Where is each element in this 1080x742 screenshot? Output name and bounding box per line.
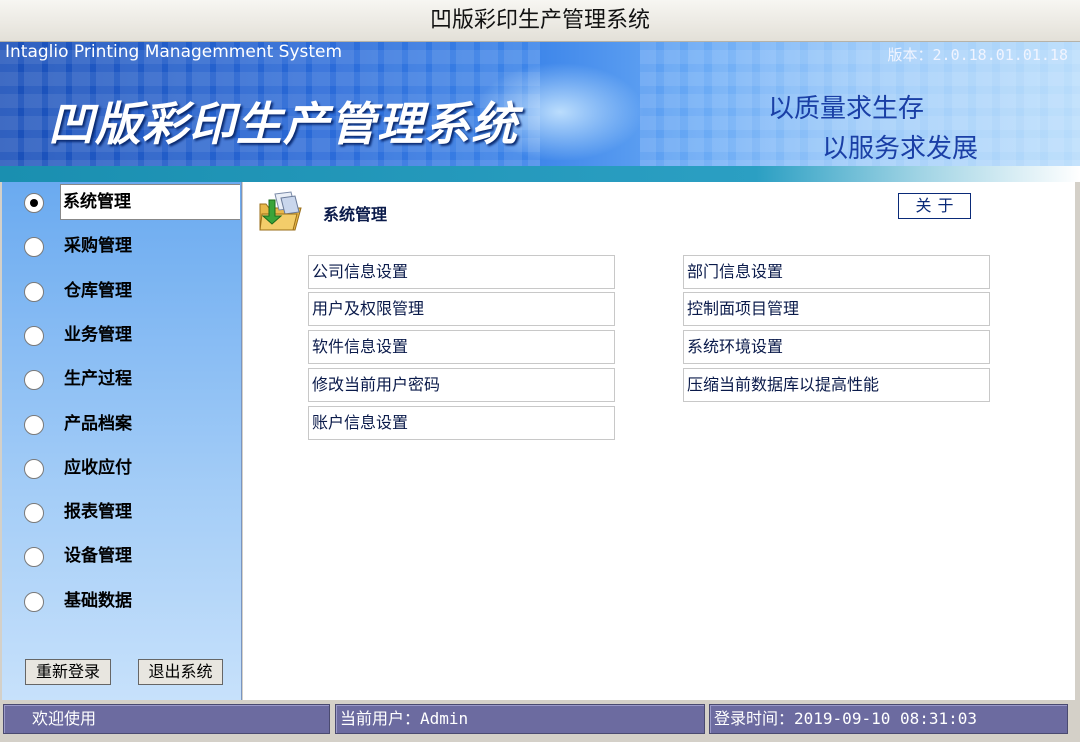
status-login-time: 登录时间：2019-09-10 08:31:03: [709, 704, 1068, 734]
link-department-info[interactable]: 部门信息设置: [683, 255, 990, 289]
radio-icon[interactable]: [24, 547, 44, 567]
status-bar: 欢迎使用 当前用户：Admin 登录时间：2019-09-10 08:31:03: [0, 700, 1080, 742]
accent-divider: [0, 166, 1080, 182]
radio-icon[interactable]: [24, 459, 44, 479]
status-current-user: 当前用户：Admin: [335, 704, 705, 734]
radio-icon[interactable]: [24, 282, 44, 302]
slogan-line-2: 以服务求发展: [822, 134, 979, 164]
status-welcome: 欢迎使用: [3, 704, 330, 734]
sidebar-item-products[interactable]: 产品档案: [2, 406, 242, 442]
english-subtitle: Intaglio Printing Managemment System: [5, 42, 343, 62]
sidebar-item-label: 系统管理: [60, 184, 240, 220]
sidebar-item-label: 仓库管理: [64, 281, 132, 301]
header-banner: Intaglio Printing Managemment System 版本：…: [0, 42, 1080, 166]
slogan-line-1: 以质量求生存: [768, 94, 925, 124]
link-system-environment[interactable]: 系统环境设置: [683, 330, 990, 364]
relogin-button[interactable]: 重新登录: [25, 659, 111, 685]
sidebar-item-label: 报表管理: [64, 502, 132, 522]
sidebar-item-label: 业务管理: [64, 325, 132, 345]
link-control-panel-items[interactable]: 控制面项目管理: [683, 292, 990, 326]
sidebar-item-warehouse[interactable]: 仓库管理: [2, 273, 242, 309]
sidebar-item-purchase[interactable]: 采购管理: [2, 228, 242, 264]
radio-icon[interactable]: [24, 592, 44, 612]
sidebar-item-label: 应收应付: [64, 458, 132, 478]
sidebar-item-business[interactable]: 业务管理: [2, 317, 242, 353]
link-account-info[interactable]: 账户信息设置: [308, 406, 615, 440]
radio-selected-icon[interactable]: [24, 193, 44, 213]
sidebar: 系统管理 采购管理 仓库管理 业务管理 生产过程 产品档案 应收应付 报表管理 …: [2, 182, 242, 700]
window-title: 凹版彩印生产管理系统: [0, 0, 1080, 42]
sidebar-item-label: 采购管理: [64, 236, 132, 256]
sidebar-item-system[interactable]: 系统管理: [2, 184, 242, 220]
sidebar-item-label: 产品档案: [64, 414, 132, 434]
status-user-value: Admin: [420, 709, 469, 728]
sidebar-item-equipment[interactable]: 设备管理: [2, 538, 242, 574]
sidebar-item-reports[interactable]: 报表管理: [2, 494, 242, 530]
link-user-permissions[interactable]: 用户及权限管理: [308, 292, 615, 326]
link-compress-database[interactable]: 压缩当前数据库以提高性能: [683, 368, 990, 402]
folder-icon: [259, 191, 302, 231]
status-login-label: 登录时间：: [714, 709, 795, 728]
radio-icon[interactable]: [24, 370, 44, 390]
section-title: 系统管理: [323, 205, 388, 224]
sidebar-item-receivables[interactable]: 应收应付: [2, 450, 242, 486]
about-button[interactable]: 关于: [898, 193, 971, 219]
sidebar-item-basedata[interactable]: 基础数据: [2, 583, 242, 619]
sidebar-item-production[interactable]: 生产过程: [2, 361, 242, 397]
link-software-info[interactable]: 软件信息设置: [308, 330, 615, 364]
version-label: 版本：2.0.18.01.01.18: [887, 46, 1068, 64]
radio-icon[interactable]: [24, 237, 44, 257]
status-user-label: 当前用户：: [340, 709, 421, 728]
link-company-info[interactable]: 公司信息设置: [308, 255, 615, 289]
link-change-password[interactable]: 修改当前用户密码: [308, 368, 615, 402]
exit-button[interactable]: 退出系统: [138, 659, 223, 685]
banner-title: 凹版彩印生产管理系统: [48, 97, 518, 151]
radio-icon[interactable]: [24, 326, 44, 346]
sidebar-item-label: 设备管理: [64, 546, 132, 566]
sidebar-item-label: 基础数据: [64, 591, 132, 611]
sidebar-item-label: 生产过程: [64, 369, 132, 389]
radio-icon[interactable]: [24, 503, 44, 523]
status-login-value: 2019-09-10 08:31:03: [794, 709, 978, 728]
main-panel: 系统管理 关于 公司信息设置 用户及权限管理 软件信息设置 修改当前用户密码 账…: [243, 182, 1075, 700]
radio-icon[interactable]: [24, 415, 44, 435]
